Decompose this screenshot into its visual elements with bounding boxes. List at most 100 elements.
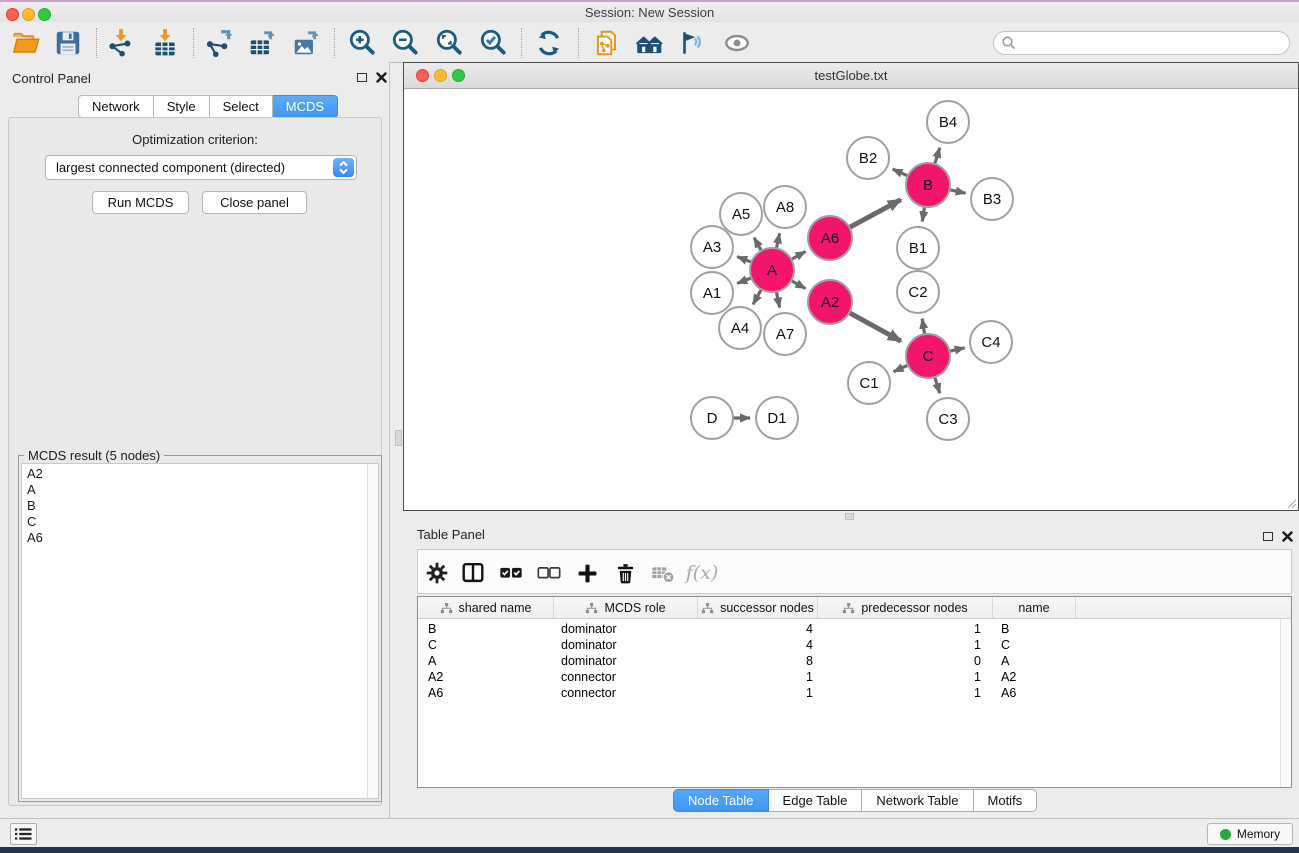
- table-row[interactable]: A6connector11A6: [418, 685, 1279, 701]
- network-graph[interactable]: B4 B2 B B3 A8A5 A6 A3 B1 A C2 A1 A2 A4 A7 C4 C C1 D D1 C3: [404, 89, 1298, 510]
- resize-grip-icon[interactable]: [1285, 497, 1297, 509]
- memory-button[interactable]: Memory: [1207, 823, 1293, 845]
- window-title: Session: New Session: [0, 5, 1299, 20]
- refresh-button[interactable]: [532, 26, 566, 60]
- mcds-result-item[interactable]: B: [22, 498, 366, 514]
- table-row[interactable]: A2connector11A2: [418, 669, 1279, 685]
- graph-edge[interactable]: [848, 200, 901, 229]
- graph-node-C4[interactable]: C4: [970, 321, 1012, 363]
- tab-network-table[interactable]: Network Table: [862, 789, 973, 812]
- horizontal-divider-handle[interactable]: [845, 513, 854, 520]
- toolbar-separator: [193, 28, 194, 58]
- zoom-selected-button[interactable]: [476, 26, 510, 60]
- graph-node-B3[interactable]: B3: [971, 178, 1013, 220]
- graph-node-A2[interactable]: A2: [808, 280, 852, 324]
- table-cell: A: [1001, 653, 1009, 669]
- delete-column-button[interactable]: [609, 557, 641, 589]
- open-file-button[interactable]: [9, 26, 43, 60]
- show-columns-button[interactable]: [457, 557, 489, 589]
- search-field[interactable]: [993, 31, 1290, 55]
- flag-button[interactable]: [675, 26, 709, 60]
- tab-select[interactable]: Select: [210, 95, 273, 118]
- add-column-button[interactable]: [571, 557, 603, 589]
- mcds-result-item[interactable]: C: [22, 514, 366, 530]
- control-panel-title: Control Panel: [12, 71, 91, 86]
- graph-node-C2[interactable]: C2: [897, 271, 939, 313]
- close-panel-icon[interactable]: [376, 72, 387, 83]
- graph-node-A5[interactable]: A5: [720, 193, 762, 235]
- zoom-fit-button[interactable]: [432, 26, 466, 60]
- tab-mcds[interactable]: MCDS: [273, 95, 338, 118]
- tab-network[interactable]: Network: [78, 95, 154, 118]
- graph-node-B1[interactable]: B1: [897, 227, 939, 269]
- vertical-divider-handle[interactable]: [395, 430, 402, 446]
- zoom-out-button[interactable]: [388, 26, 422, 60]
- export-table-button[interactable]: [245, 26, 279, 60]
- table-cell: dominator: [561, 637, 617, 653]
- task-history-button[interactable]: [10, 823, 37, 845]
- graph-node-C[interactable]: C: [906, 334, 950, 378]
- column-header-predecessor-nodes[interactable]: predecessor nodes: [818, 597, 993, 619]
- run-mcds-button[interactable]: Run MCDS: [92, 191, 189, 214]
- select-all-button[interactable]: [495, 557, 527, 589]
- close-panel-icon[interactable]: [1282, 531, 1293, 542]
- column-header-mcds-role[interactable]: MCDS role: [554, 597, 698, 619]
- optimization-criterion-label: Optimization criterion:: [9, 132, 381, 147]
- graph-node-C1[interactable]: C1: [848, 362, 890, 404]
- graph-node-A[interactable]: A: [750, 248, 794, 292]
- graph-node-D1[interactable]: D1: [756, 397, 798, 439]
- mcds-result-item[interactable]: A: [22, 482, 366, 498]
- graph-node-A6[interactable]: A6: [808, 216, 852, 260]
- destroy-table-button[interactable]: [647, 557, 679, 589]
- tab-motifs[interactable]: Motifs: [974, 789, 1038, 812]
- graph-node-D[interactable]: D: [691, 397, 733, 439]
- network-canvas[interactable]: B4 B2 B B3 A8A5 A6 A3 B1 A C2 A1 A2 A4 A7 C4 C C1 D D1 C3: [404, 89, 1298, 510]
- graph-node-A3[interactable]: A3: [691, 226, 733, 268]
- graph-edge[interactable]: [848, 312, 901, 341]
- graph-node-C3[interactable]: C3: [927, 398, 969, 440]
- mcds-list-scrollbar[interactable]: [367, 464, 378, 798]
- import-network-button[interactable]: [104, 26, 138, 60]
- graph-node-B[interactable]: B: [906, 163, 950, 207]
- zoom-in-button[interactable]: [345, 26, 379, 60]
- copy-network-button[interactable]: [590, 26, 624, 60]
- tab-node-table[interactable]: Node Table: [673, 789, 769, 812]
- table-panel: Table Panel: [390, 522, 1299, 818]
- graph-node-A8[interactable]: A8: [764, 186, 806, 228]
- graph-node-B2[interactable]: B2: [847, 137, 889, 179]
- criterion-select[interactable]: largest connected component (directed): [45, 155, 357, 180]
- table-row[interactable]: Cdominator41C: [418, 637, 1279, 653]
- svg-text:A4: A4: [731, 320, 749, 337]
- table-row[interactable]: Adominator80A: [418, 653, 1279, 669]
- save-session-button[interactable]: [51, 26, 85, 60]
- graph-node-A7[interactable]: A7: [764, 313, 806, 355]
- table-row[interactable]: Bdominator41B: [418, 621, 1279, 637]
- import-table-button[interactable]: [148, 26, 182, 60]
- search-input[interactable]: [1017, 33, 1289, 53]
- float-panel-icon[interactable]: [357, 73, 367, 82]
- svg-text:B: B: [923, 177, 933, 194]
- table-scrollbar[interactable]: [1280, 619, 1291, 787]
- column-header-shared-name[interactable]: shared name: [418, 597, 554, 619]
- close-panel-button[interactable]: Close panel: [202, 191, 307, 214]
- column-header-name[interactable]: name: [993, 597, 1076, 619]
- tab-style[interactable]: Style: [154, 95, 210, 118]
- deselect-all-button[interactable]: [533, 557, 565, 589]
- column-header-successor-nodes[interactable]: successor nodes: [698, 597, 818, 619]
- graph-node-A4[interactable]: A4: [719, 307, 761, 349]
- homes-button[interactable]: [632, 26, 666, 60]
- table-cell: 0: [838, 653, 981, 669]
- export-image-button[interactable]: [289, 26, 323, 60]
- table-settings-button[interactable]: [421, 557, 453, 589]
- export-network-button[interactable]: [202, 26, 236, 60]
- desktop-strip-bottom: [0, 847, 1299, 853]
- svg-text:C2: C2: [908, 284, 927, 301]
- tab-edge-table[interactable]: Edge Table: [769, 789, 863, 812]
- float-panel-icon[interactable]: [1263, 532, 1273, 541]
- graph-node-B4[interactable]: B4: [927, 101, 969, 143]
- graph-node-A1[interactable]: A1: [691, 272, 733, 314]
- mcds-result-item[interactable]: A2: [22, 466, 366, 482]
- eye-button[interactable]: [720, 26, 754, 60]
- mcds-result-item[interactable]: A6: [22, 530, 366, 546]
- function-builder-button[interactable]: f(x): [680, 557, 724, 589]
